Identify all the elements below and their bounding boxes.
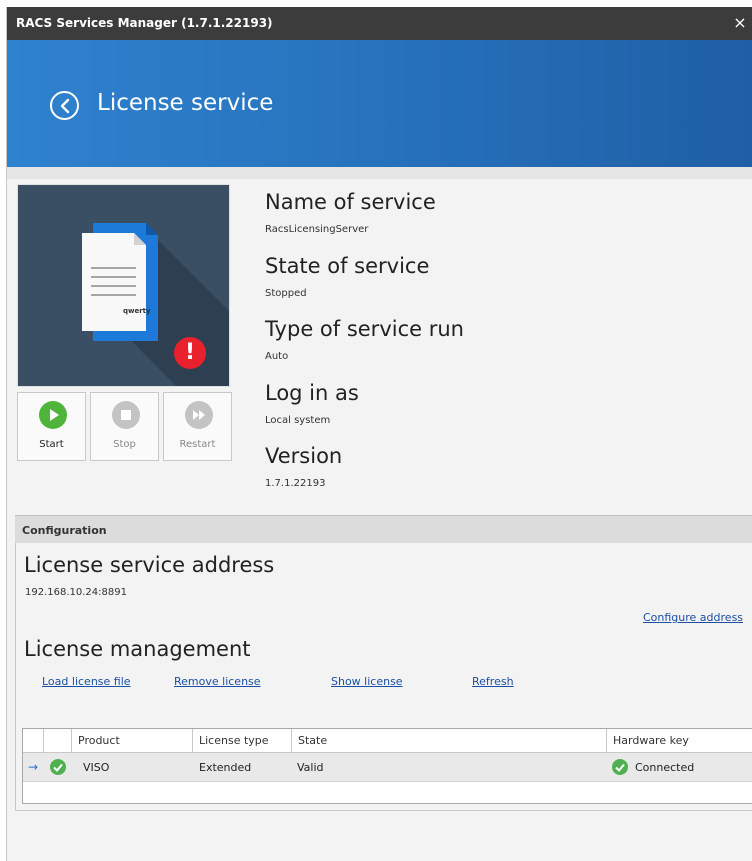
table-header: Product License type State Hardware key [23, 729, 752, 753]
document-label: qwerty [123, 307, 151, 315]
title-bar: RACS Services Manager (1.7.1.22193) × [7, 7, 752, 40]
property-value: Stopped [265, 288, 307, 299]
column-header[interactable]: Product [71, 729, 192, 753]
alert-glyph: ! [184, 340, 196, 365]
status-column [43, 729, 71, 753]
fast-forward-icon [185, 401, 213, 429]
refresh-link[interactable]: Refresh [472, 675, 514, 688]
stop-icon [112, 401, 140, 429]
restart-label: Restart [179, 439, 216, 450]
property-value: Local system [265, 415, 331, 426]
column-header[interactable]: State [291, 729, 606, 753]
row-indicator-icon: → [28, 760, 39, 774]
property-value: Auto [265, 351, 289, 362]
page-header: License service [7, 40, 752, 167]
check-circle-icon [612, 759, 628, 775]
property-title: Log in as [265, 381, 359, 405]
check-circle-icon [50, 759, 66, 775]
stop-label: Stop [113, 439, 136, 450]
indicator-column [23, 729, 43, 753]
address-title: License service address [24, 553, 275, 577]
service-panel: qwerty ! Start Stop Restart Name of serv… [9, 179, 752, 861]
page-title: License service [97, 90, 274, 116]
configure-address-link[interactable]: Configure address [643, 611, 743, 624]
app-window: RACS Services Manager (1.7.1.22193) × Li… [6, 7, 752, 861]
state-cell: Valid [297, 761, 324, 774]
window-title: RACS Services Manager (1.7.1.22193) [16, 16, 273, 30]
license-table: Product License type State Hardware key … [22, 728, 752, 804]
property-title: Type of service run [265, 317, 464, 341]
header-divider [7, 167, 752, 179]
configuration-header: Configuration [15, 515, 752, 543]
column-header[interactable]: Hardware key [606, 729, 752, 753]
configuration-label: Configuration [22, 524, 107, 537]
remove-license-link[interactable]: Remove license [174, 675, 261, 688]
service-tile: qwerty ! [17, 184, 230, 387]
property-title: Version [265, 444, 343, 468]
close-icon[interactable]: × [731, 13, 749, 33]
property-title: Name of service [265, 190, 436, 214]
property-title: State of service [265, 254, 430, 278]
address-value: 192.168.10.24:8891 [25, 587, 127, 598]
back-button[interactable] [50, 91, 79, 120]
show-license-link[interactable]: Show license [331, 675, 403, 688]
table-row[interactable]: → VISO Extended Valid Connected [23, 753, 752, 782]
column-header[interactable]: License type [192, 729, 291, 753]
load-license-link[interactable]: Load license file [42, 675, 131, 688]
license-type-cell: Extended [199, 761, 252, 774]
stop-button[interactable]: Stop [90, 392, 159, 461]
property-value: 1.7.1.22193 [265, 478, 326, 489]
start-button[interactable]: Start [17, 392, 86, 461]
restart-button[interactable]: Restart [163, 392, 232, 461]
product-cell: VISO [83, 761, 110, 774]
play-icon [39, 401, 67, 429]
start-label: Start [39, 439, 64, 450]
management-title: License management [24, 637, 251, 661]
chevron-left-icon [60, 98, 70, 114]
hardware-key-cell: Connected [635, 761, 695, 774]
property-value: RacsLicensingServer [265, 224, 369, 235]
